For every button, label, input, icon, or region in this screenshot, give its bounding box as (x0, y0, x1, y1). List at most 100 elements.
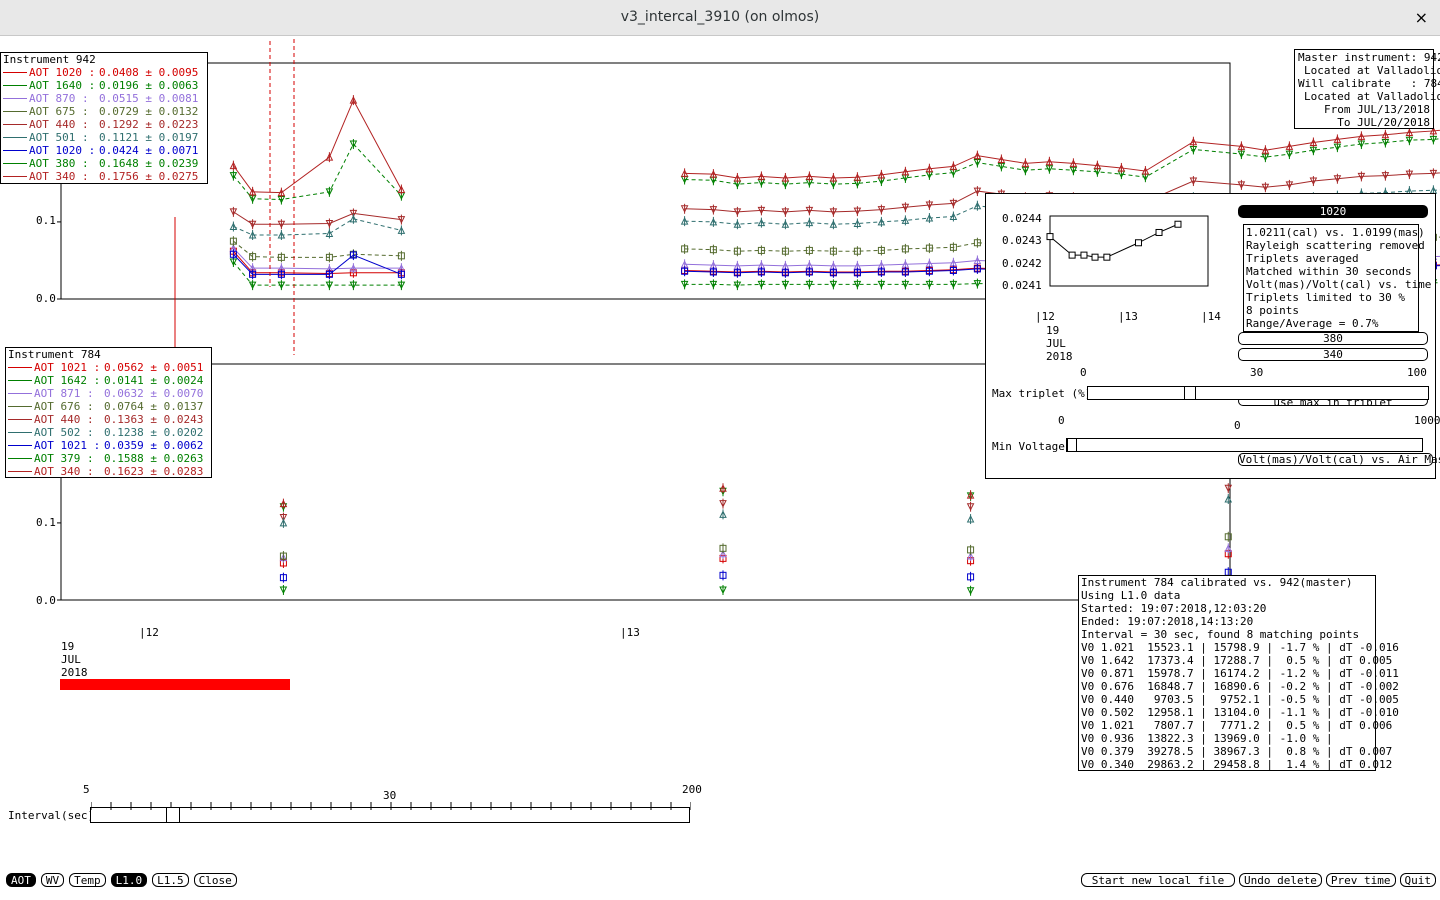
max-triplet-slider[interactable] (1087, 386, 1429, 400)
mini-data-point (1134, 239, 1142, 247)
report-line: V0 0.676 16848.7 | 16890.6 | -0.2 % | dT… (1081, 680, 1399, 693)
legend-label: AOT 340 : (29, 170, 89, 183)
calibrate-instrument-line: Will calibrate : 784 (1298, 77, 1440, 90)
interval-label: Interval(sec) (8, 809, 95, 822)
l15-button[interactable]: L1.5 (152, 873, 189, 887)
calibration-info-line: 1.0211(cal) vs. 1.0199(mas) (1246, 226, 1425, 239)
legend-row: AOT 1642 :0.0141 ± 0.0024 (6, 374, 211, 387)
series-line (232, 98, 402, 194)
x-date-label: 19 JUL 2018 (61, 640, 88, 679)
legend-value: 0.1623 ± 0.0283 (104, 465, 204, 478)
interval-slider[interactable] (90, 802, 691, 823)
undo-delete-button[interactable]: Undo delete (1239, 873, 1322, 887)
legend-label: AOT 440 : (29, 118, 89, 131)
x-tick-label: |12 (139, 626, 159, 639)
to-date-line: To JUL/20/2018 (1337, 116, 1430, 129)
mini-data-point (1091, 253, 1099, 261)
legend-marker-icon (8, 419, 32, 420)
calibration-info-line: Triplets averaged (1246, 252, 1359, 265)
mini-data-point (1155, 228, 1163, 236)
mini-data-point (1080, 251, 1088, 259)
calibration-info-line: Triplets limited to 30 % (1246, 291, 1405, 304)
aot-button[interactable]: AOT (6, 873, 36, 887)
legend-label: AOT 380 : (29, 157, 89, 170)
legend-value: 0.0562 ± 0.0051 (104, 361, 204, 374)
wavelength-button-1020[interactable]: 1020 (1238, 205, 1428, 218)
series-line (233, 240, 402, 258)
report-line: V0 0.379 39278.5 | 38967.3 | 0.8 % | dT … (1081, 745, 1393, 758)
min-voltage-slider[interactable] (1066, 438, 1423, 452)
legend-row: AOT 379 : 0.1588 ± 0.0263 (6, 452, 211, 465)
legend-label: AOT 1021 : (34, 361, 101, 374)
window-title: v3_intercal_3910 (on olmos) (620, 9, 820, 25)
legend-row: AOT 440 : 0.1292 ± 0.0223 (1, 118, 207, 131)
legend-marker-icon (3, 124, 27, 125)
interval-max-label: 200 (682, 783, 702, 796)
series-line (233, 211, 402, 225)
report-line: Started: 19:07:2018,12:03:20 (1081, 602, 1267, 615)
volt-vs-airmass-button[interactable]: Volt(mas)/Volt(cal) vs. Air Mass (1238, 453, 1440, 466)
max-triplet-slider-thumb[interactable] (1184, 386, 1196, 400)
legend-value: 0.0359 ± 0.0062 (104, 439, 204, 452)
mini-y-tick-label: 0.0244 (1002, 212, 1042, 225)
legend-label: AOT 501 : (29, 131, 89, 144)
legend-marker-icon (8, 471, 32, 472)
report-line: Using L1.0 data (1081, 589, 1181, 602)
mini-data-point (1068, 251, 1076, 259)
wavelength-button-380[interactable]: 380 (1238, 332, 1428, 345)
min-voltage-slider-thumb[interactable] (1067, 438, 1077, 452)
legend-row: AOT 1021 :0.0359 ± 0.0062 (6, 439, 211, 452)
legend-label: AOT 1020 : (29, 144, 96, 157)
selected-time-range-bar[interactable] (60, 679, 290, 690)
mini-data-point (1103, 253, 1111, 261)
legend-value: 0.1238 ± 0.0202 (104, 426, 204, 439)
temp-button[interactable]: Temp (69, 873, 106, 887)
wavelength-button-340[interactable]: 340 (1238, 348, 1428, 361)
l10-button[interactable]: L1.0 (110, 873, 148, 887)
legend-label: AOT 440 : (34, 413, 94, 426)
calibration-info-line: Matched within 30 seconds (1246, 265, 1412, 278)
report-line: Interval = 30 sec, found 8 matching poin… (1081, 628, 1360, 641)
quit-button[interactable]: Quit (1399, 873, 1436, 887)
top-y-tick-label: 0.0 (36, 292, 56, 305)
legend-value: 0.0764 ± 0.0137 (104, 400, 204, 413)
calibration-info-box: 1.0211(cal) vs. 1.0199(mas) Rayleigh scat… (1243, 224, 1431, 332)
legend-row: AOT 440 : 0.1363 ± 0.0243 (6, 413, 211, 426)
legend-row: AOT 675 : 0.0729 ± 0.0132 (1, 105, 207, 118)
legend-marker-icon (8, 380, 32, 381)
legend-row: AOT 1020 :0.0408 ± 0.0095 (1, 66, 207, 79)
series-line (233, 143, 402, 201)
interval-slider-thumb[interactable] (166, 807, 180, 823)
legend-label: AOT 379 : (34, 452, 94, 465)
calibration-info-line: 8 points (1246, 304, 1299, 317)
calibration-report-box: Instrument 784 calibrated vs. 942(master… (1078, 575, 1399, 771)
max-triplet-label: Max triplet (%) (992, 387, 1092, 400)
interval-slider-ticks (91, 802, 691, 810)
series-line (233, 247, 402, 270)
legend-label: AOT 340 : (34, 465, 94, 478)
close-button[interactable]: Close (193, 873, 237, 887)
legend-label: AOT 675 : (29, 105, 89, 118)
legend-marker-icon (3, 98, 27, 99)
master-info-box: Master instrument: 942 Located at Vallad… (1294, 49, 1440, 129)
legend-marker-icon (8, 445, 32, 446)
legend-marker-icon (8, 458, 32, 459)
legend-marker-icon (8, 406, 32, 407)
prev-time-button[interactable]: Prev time (1325, 873, 1396, 887)
max-triplet-mid-label: 30 (1250, 366, 1264, 379)
legend-label: AOT 1021 : (34, 439, 101, 452)
report-line: V0 0.936 13822.3 | 13969.0 | -1.0 % | (1081, 732, 1333, 745)
legend-value: 0.0424 ± 0.0071 (99, 144, 199, 157)
start-new-local-file-button[interactable]: Start new local file (1081, 873, 1236, 887)
series-line (233, 218, 402, 236)
bottom-y-tick-label: 0.1 (36, 516, 56, 529)
legend-row: AOT 871 : 0.0632 ± 0.0070 (6, 387, 211, 400)
mini-plot-frame (1049, 215, 1209, 287)
legend-value: 0.0729 ± 0.0132 (99, 105, 199, 118)
wv-button[interactable]: WV (40, 873, 65, 887)
legend-marker-icon (3, 176, 27, 177)
bottom-right-toolbar: Start new local file Undo delete Prev ti… (1081, 873, 1436, 887)
calibration-info-line: Range/Average = 0.7% (1246, 317, 1379, 330)
legend-marker-icon (8, 367, 32, 368)
window-close-button[interactable]: × (1415, 8, 1428, 27)
